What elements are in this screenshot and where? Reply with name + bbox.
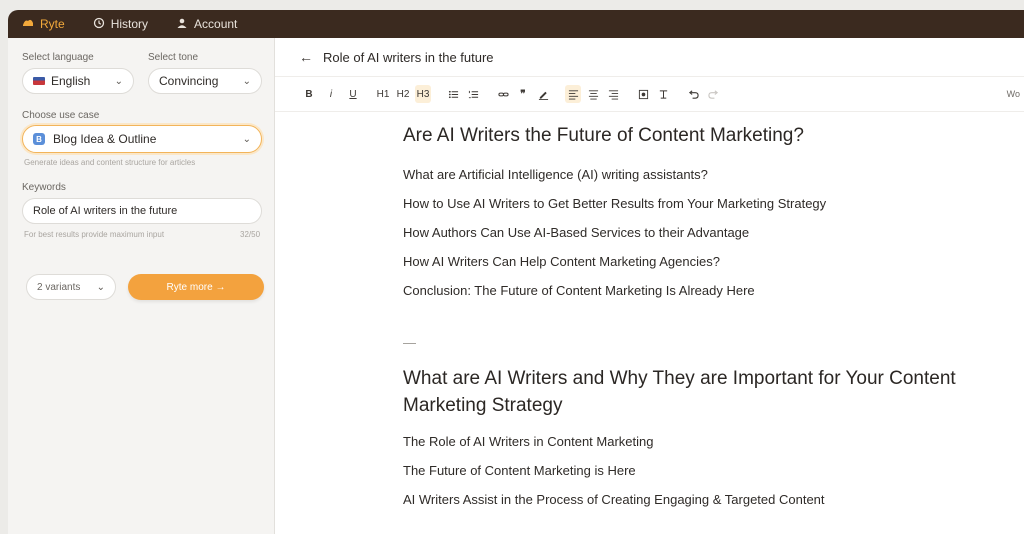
editor-toolbar: B i U H1 H2 H3 ❞ Wo — [275, 77, 1024, 112]
keywords-hint: For best results provide maximum input — [24, 230, 165, 239]
highlight-pen-icon[interactable] — [535, 85, 551, 103]
numbered-list-icon[interactable] — [465, 85, 481, 103]
keywords-label: Keywords — [22, 182, 66, 193]
language-label: Select language — [22, 52, 94, 63]
subheading: AI Writers Assist in the Process of Crea… — [403, 492, 825, 507]
history-icon — [93, 17, 105, 32]
document-content[interactable]: Are AI Writers the Future of Content Mar… — [403, 124, 1003, 514]
tone-label: Select tone — [148, 52, 199, 63]
word-count-label: Wo — [1006, 89, 1020, 99]
language-value: English — [51, 74, 91, 88]
bullet-list-icon[interactable] — [445, 85, 461, 103]
nav-account[interactable]: Account — [162, 10, 251, 38]
align-right-icon[interactable] — [605, 85, 621, 103]
ryte-logo-icon — [22, 17, 34, 32]
chevron-down-icon: ⌄ — [242, 75, 251, 87]
subheading: How AI Writers Can Help Content Marketin… — [403, 254, 720, 269]
subheading: How Authors Can Use AI-Based Services to… — [403, 225, 750, 240]
subheading: The Role of AI Writers in Content Market… — [403, 434, 654, 449]
chevron-down-icon: ⌄ — [242, 133, 251, 145]
variants-value: 2 variants — [37, 281, 81, 293]
h1-button[interactable]: H1 — [375, 85, 391, 103]
italic-button[interactable]: i — [323, 85, 339, 103]
usecase-hint: Generate ideas and content structure for… — [24, 158, 196, 167]
bold-button[interactable]: B — [301, 85, 317, 103]
chevron-down-icon: ⌄ — [114, 75, 123, 87]
nav-ryte-label: Ryte — [40, 17, 65, 31]
subheading: The Future of Content Marketing is Here — [403, 463, 636, 478]
usecase-value: Blog Idea & Outline — [53, 132, 157, 146]
document-header: ← Role of AI writers in the future — [275, 38, 1024, 77]
align-center-icon[interactable] — [585, 85, 601, 103]
h2-button[interactable]: H2 — [395, 85, 411, 103]
arrow-left-icon[interactable]: ← — [299, 49, 317, 65]
keywords-input[interactable]: Role of AI writers in the future — [22, 198, 262, 224]
heading-1: Are AI Writers the Future of Content Mar… — [403, 125, 804, 146]
redo-icon[interactable] — [705, 85, 721, 103]
tone-select[interactable]: Convincing ⌄ — [148, 68, 262, 94]
heading-2: What are AI Writers and Why They are Imp… — [403, 368, 956, 416]
editor-panel: ← Role of AI writers in the future B i U… — [275, 38, 1024, 534]
top-nav: Ryte History Account — [8, 10, 1024, 38]
align-left-icon[interactable] — [565, 85, 581, 103]
document-title: Role of AI writers in the future — [323, 49, 494, 65]
nav-history-label: History — [110, 17, 149, 31]
user-icon — [176, 17, 188, 32]
clear-format-icon[interactable] — [655, 85, 671, 103]
quote-icon[interactable]: ❞ — [515, 85, 531, 103]
h3-button[interactable]: H3 — [415, 85, 431, 103]
usecase-select[interactable]: B Blog Idea & Outline ⌄ — [22, 125, 262, 153]
us-flag-icon — [33, 77, 45, 85]
language-select[interactable]: English ⌄ — [22, 68, 134, 94]
subheading: How to Use AI Writers to Get Better Resu… — [403, 196, 827, 211]
app-window: Ryte History Account Select language Eng… — [8, 10, 1024, 534]
nav-history[interactable]: History — [79, 10, 162, 38]
usecase-label: Choose use case — [22, 110, 100, 121]
blog-icon: B — [33, 133, 45, 145]
chevron-down-icon: ⌄ — [96, 281, 105, 293]
tone-value: Convincing — [159, 74, 219, 88]
nav-account-label: Account — [194, 17, 238, 31]
subheading: What are Artificial Intelligence (AI) wr… — [403, 167, 708, 182]
subheading: Conclusion: The Future of Content Market… — [403, 283, 755, 298]
image-icon[interactable] — [635, 85, 651, 103]
undo-icon[interactable] — [685, 85, 701, 103]
keywords-count: 32/50 — [240, 230, 261, 239]
variants-select[interactable]: 2 variants ⌄ — [26, 274, 116, 300]
underline-button[interactable]: U — [345, 85, 361, 103]
ryte-more-button[interactable]: Ryte more → — [128, 274, 264, 300]
nav-ryte[interactable]: Ryte — [8, 10, 79, 38]
keywords-value: Role of AI writers in the future — [33, 205, 178, 217]
sidebar: Select language English ⌄ Select tone Co… — [8, 38, 275, 534]
section-divider: — — [403, 335, 416, 350]
link-icon[interactable] — [495, 85, 511, 103]
